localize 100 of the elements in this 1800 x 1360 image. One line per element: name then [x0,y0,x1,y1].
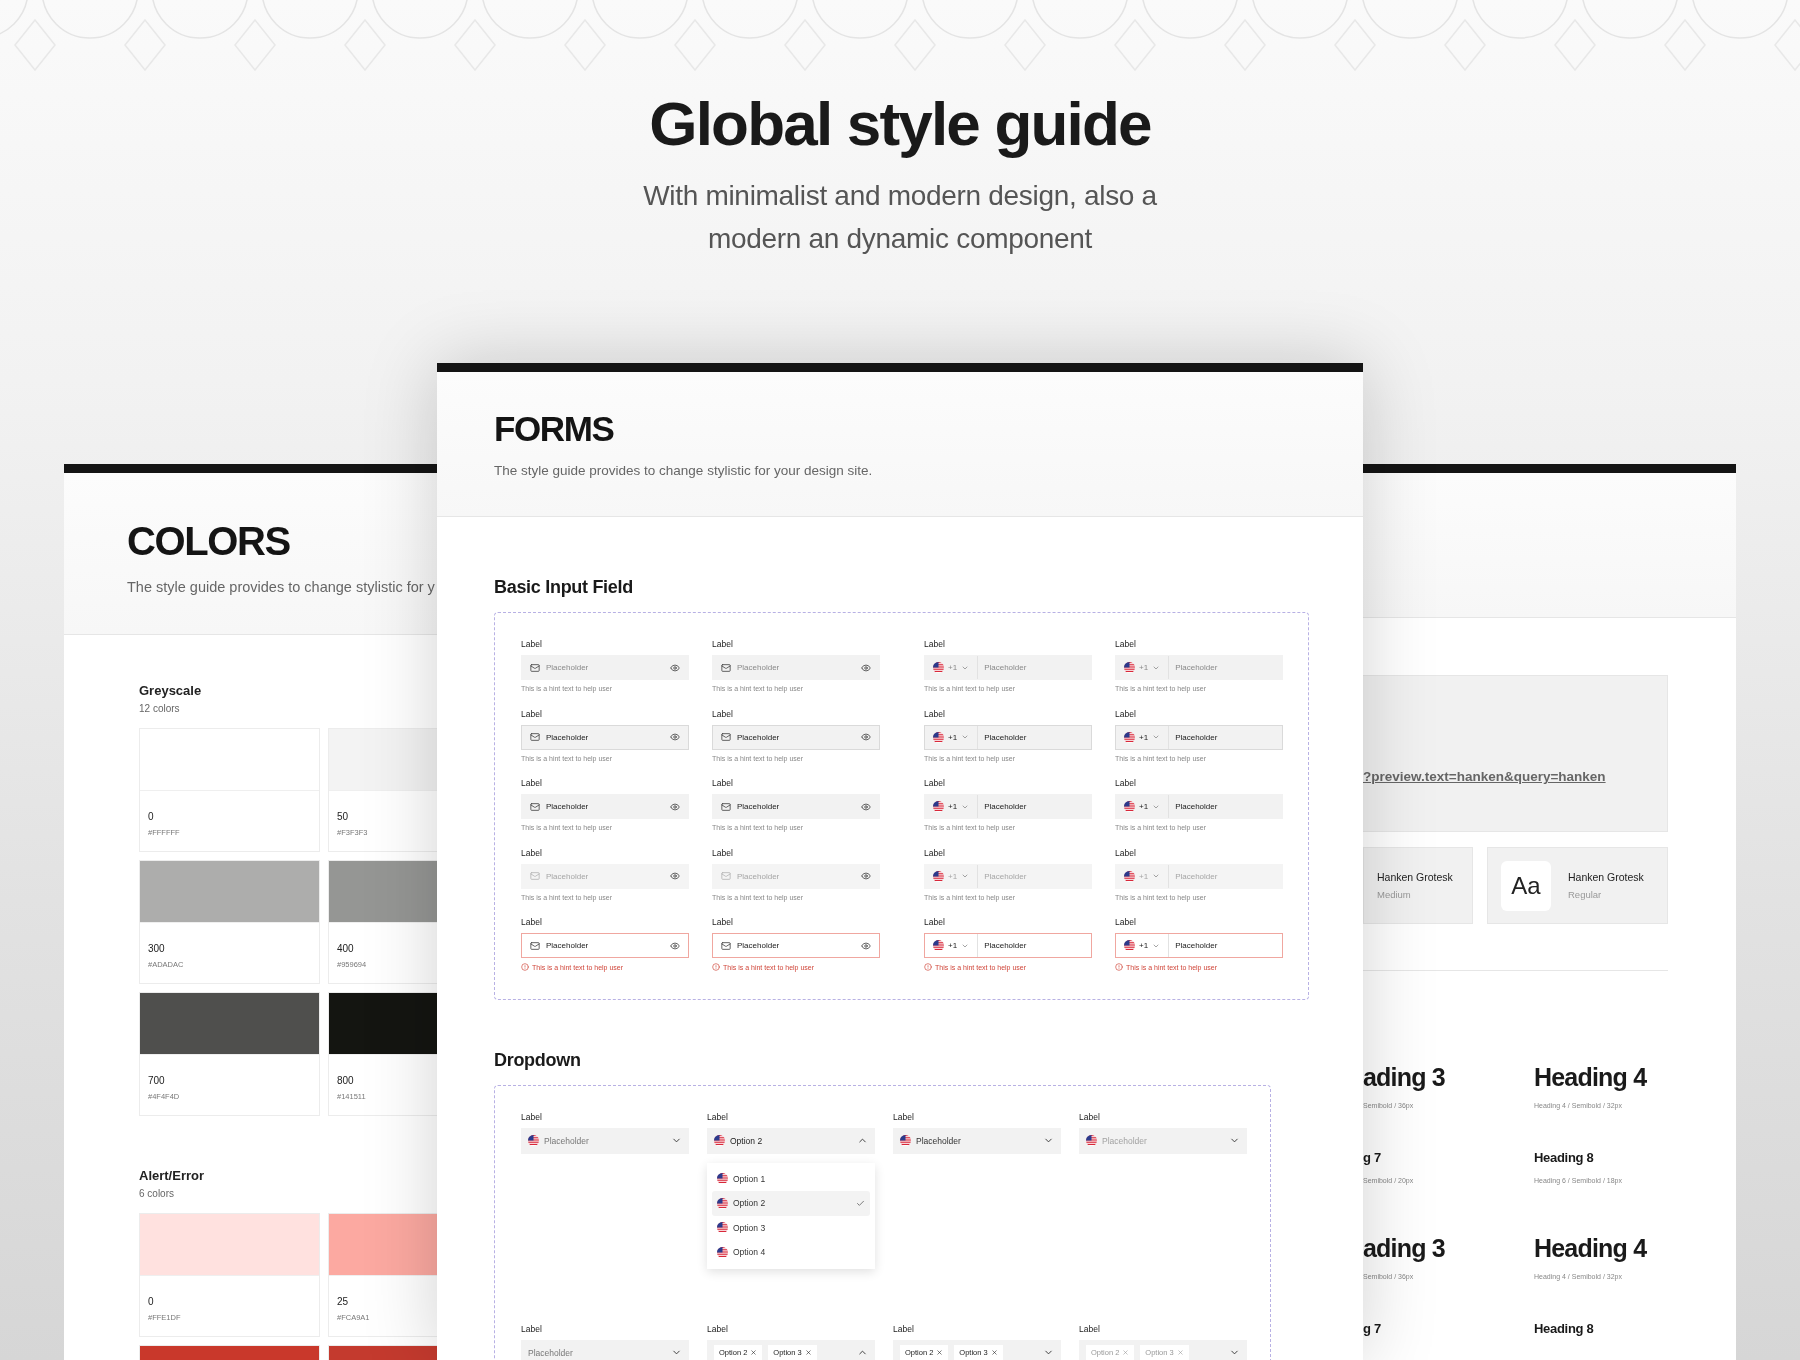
dropdown-option[interactable]: Option 4 [712,1240,870,1265]
dropdown-option[interactable]: Option 3 [712,1215,870,1240]
heading-sample: g 7 [1363,1321,1382,1336]
chevron-down-icon [961,872,970,880]
flag-icon [1124,662,1135,673]
phone-field[interactable]: +1 Placeholder [924,724,1092,750]
field-label: Label [712,639,734,650]
phone-field[interactable]: +1 Placeholder [1115,794,1283,819]
field-label: Label [924,778,946,789]
field-label: Label [924,847,946,859]
section-title: Dropdown [494,1049,582,1071]
remove-icon[interactable] [804,1349,812,1356]
swatch-name: 300 [147,942,166,954]
mail-icon [530,940,540,951]
group-count: 6 colors [139,1188,175,1199]
group-title: Greyscale [139,683,203,698]
heading-sample: ading 3 [1363,1234,1446,1263]
dropdown-option[interactable]: Option 2 [712,1191,870,1216]
swatch-name: 0 [147,810,155,822]
field-label: Label [521,917,543,928]
heading-sample: Heading 4 [1534,1234,1648,1263]
field-label: Label [712,778,734,789]
remove-icon[interactable] [990,1349,998,1356]
dropdown-select[interactable]: Placeholder [521,1127,689,1154]
font-sample: Aa [1501,860,1551,911]
field-label: Label [712,917,734,928]
eye-icon[interactable] [861,732,871,742]
field-label: Label [1079,1323,1101,1335]
mail-icon [530,801,540,812]
eye-icon[interactable] [861,801,871,812]
input-field[interactable]: Placeholder [712,933,880,958]
flag-icon [1086,1135,1097,1146]
eye-icon[interactable] [670,940,680,951]
flag-icon [933,870,944,882]
swatch-name: 800 [336,1074,355,1086]
field-label: Label [1115,639,1137,650]
remove-icon[interactable] [936,1349,944,1356]
dropdown-select[interactable]: Placeholder [521,1339,689,1360]
field-label: Label [712,708,734,720]
flag-icon [933,731,944,743]
field-label: Label [521,778,543,789]
field-label: Label [712,847,734,859]
heading-sample: ading 3 [1363,1063,1446,1092]
phone-field[interactable]: +1 Placeholder [1115,933,1283,958]
mail-icon [530,662,540,673]
panel-title: FORMS [494,410,615,449]
eye-icon[interactable] [670,662,680,673]
remove-icon[interactable] [750,1349,758,1356]
flag-icon [717,1246,728,1258]
font-name: Hanken Grotesk [1377,871,1453,883]
eye-icon[interactable] [861,940,871,951]
input-field[interactable]: Placeholder [521,794,689,819]
phone-field[interactable]: +1 Placeholder [924,794,1092,819]
eye-icon[interactable] [861,662,871,673]
dropdown-select[interactable]: Placeholder [893,1127,1061,1154]
field-label: Label [707,1323,729,1335]
eye-icon[interactable] [670,801,680,812]
swatch-name: 400 [336,942,355,954]
swatch-name: 0 [147,1295,155,1307]
swatch-name: 25 [336,1295,350,1307]
phone-field[interactable]: +1 Placeholder [924,933,1092,958]
flag-icon [528,1135,539,1146]
input-field[interactable]: Placeholder [712,724,880,750]
group-title: Alert/Error [139,1168,206,1183]
flag-icon [717,1197,728,1209]
field-label: Label [521,1323,543,1335]
field-label: Label [1115,708,1137,720]
input-field[interactable]: Placeholder [712,794,880,819]
font-link[interactable]: ?preview.text=hanken&query=hanken [1363,769,1606,784]
field-label: Label [1079,1111,1101,1123]
flag-icon [1124,870,1135,882]
dropdown-select[interactable]: Option 2 [707,1127,875,1154]
field-label: Label [521,1111,543,1123]
heading-sample: g 7 [1363,1150,1382,1165]
section-title: Basic Input Field [494,577,634,598]
flag-icon [1124,940,1135,951]
page-subtitle: With minimalist and modern design, also a modern an dynamic component [642,179,1158,256]
phone-field[interactable]: +1 Placeholder [1115,724,1283,750]
flag-icon [717,1173,728,1185]
mail-icon [721,801,731,812]
field-label: Label [1115,847,1137,859]
flag-icon [1124,731,1135,743]
eye-icon[interactable] [670,871,680,881]
input-field[interactable]: Placeholder [521,724,689,750]
mail-icon [530,732,540,742]
input-field[interactable]: Placeholder [521,933,689,958]
font-weight: Medium [1377,889,1412,900]
heading-sample: Heading 8 [1534,1321,1595,1336]
flag-icon [933,662,944,673]
eye-icon[interactable] [861,871,871,881]
field-label: Label [521,708,543,720]
flag-icon [1124,801,1135,812]
dropdown-option[interactable]: Option 1 [712,1166,870,1191]
mail-icon [530,871,540,881]
font-name: Hanken Grotesk [1568,871,1644,883]
field-label: Label [1115,778,1137,789]
field-label: Label [924,708,946,720]
panel-description: The style guide provides to change stylistic for your design site. [494,462,874,478]
alert-icon [712,963,720,971]
eye-icon[interactable] [670,732,680,742]
